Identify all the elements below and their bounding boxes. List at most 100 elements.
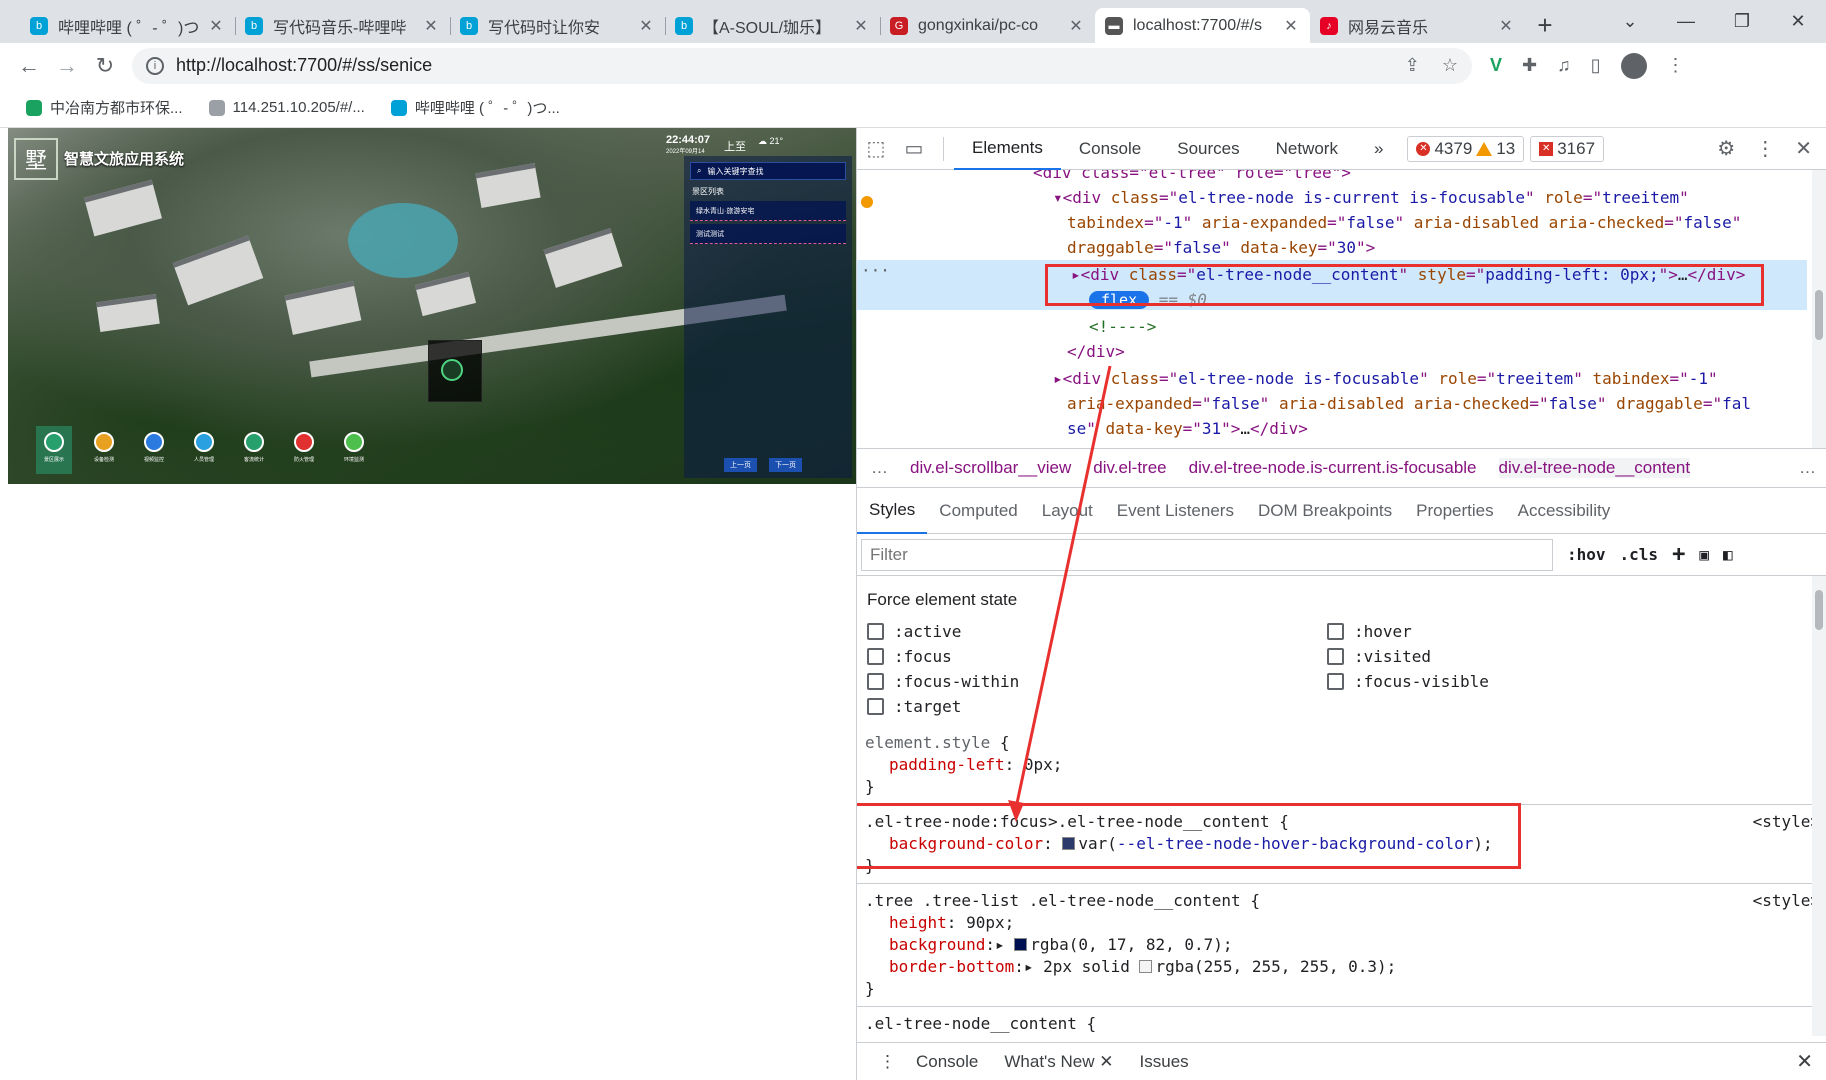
dom-tree[interactable]: ··· <div class="el-tree" role="tree"> ▾<…: [857, 170, 1826, 448]
extensions-icon[interactable]: ✚: [1522, 55, 1537, 76]
address-bar[interactable]: i http://localhost:7700/#/ss/senice ⇪ ☆: [132, 47, 1472, 84]
dock-item[interactable]: 防火管理: [286, 432, 322, 474]
close-tab-icon[interactable]: ✕: [852, 16, 870, 36]
side-panel-icon[interactable]: ▯: [1591, 55, 1601, 76]
browser-tab[interactable]: b 写代码音乐-哔哩哔 ✕: [235, 8, 450, 43]
close-tab-icon[interactable]: ✕: [1497, 16, 1515, 36]
dock-item[interactable]: 人员管理: [186, 432, 222, 474]
style-source-link[interactable]: <style>: [1753, 890, 1820, 912]
next-page-button[interactable]: 下一页: [769, 458, 802, 472]
scenic-list-item[interactable]: 绿水青山·旅游安宅: [690, 201, 846, 221]
checkbox-icon[interactable]: [1327, 648, 1344, 665]
force-state-checkbox[interactable]: :hover: [1327, 622, 1727, 641]
dock-item[interactable]: 客流统计: [236, 432, 272, 474]
styles-subtab[interactable]: Event Listeners: [1105, 488, 1246, 534]
back-icon[interactable]: ←: [10, 53, 48, 79]
checkbox-icon[interactable]: [867, 623, 884, 640]
checkbox-icon[interactable]: [867, 698, 884, 715]
breadcrumb-item[interactable]: div.el-tree-node.is-current.is-focusable: [1189, 458, 1477, 478]
tab-search-icon[interactable]: ⌄: [1602, 11, 1658, 32]
browser-tab[interactable]: ♪ 网易云音乐 ✕: [1310, 8, 1525, 43]
maximize-button[interactable]: ❐: [1714, 11, 1770, 32]
checkbox-icon[interactable]: [1327, 673, 1344, 690]
prev-page-button[interactable]: 上一页: [724, 458, 757, 472]
forward-icon[interactable]: →: [48, 53, 86, 79]
close-window-button[interactable]: ✕: [1770, 11, 1826, 32]
new-tab-button[interactable]: +: [1525, 8, 1565, 43]
devtools-tab[interactable]: Elements: [954, 128, 1061, 170]
close-tab-icon[interactable]: ✕: [1282, 16, 1300, 36]
map-marker-popup[interactable]: [428, 340, 482, 402]
bookmark-item[interactable]: 中冶南方都市环保...: [26, 97, 183, 118]
styles-subtab[interactable]: Accessibility: [1506, 488, 1623, 534]
dom-scrollbar[interactable]: [1812, 170, 1826, 448]
bookmark-star-icon[interactable]: ☆: [1442, 55, 1458, 76]
element-style-rule[interactable]: element.style { padding-left: 0px; }: [857, 726, 1826, 805]
styles-subtab[interactable]: Layout: [1030, 488, 1105, 534]
force-state-checkbox[interactable]: :focus-within: [867, 672, 1327, 691]
vue-devtools-icon[interactable]: V: [1490, 55, 1502, 76]
browser-tab[interactable]: b 哔哩哔哩 ( ゜- ゜)つ ✕: [20, 8, 235, 43]
drawer-tab[interactable]: Console: [916, 1052, 978, 1072]
force-state-checkbox[interactable]: :visited: [1327, 647, 1727, 666]
style-source-link[interactable]: <style>: [1753, 811, 1820, 833]
force-state-checkbox[interactable]: :focus-visible: [1327, 672, 1727, 691]
breadcrumb-item[interactable]: div.el-tree: [1093, 458, 1166, 478]
tree-node-content-rule[interactable]: .el-tree-node__content {: [857, 1007, 1826, 1036]
media-control-icon[interactable]: ♫: [1557, 55, 1571, 76]
menu-kebab-icon[interactable]: ⋮: [1667, 55, 1685, 76]
close-devtools-icon[interactable]: ✕: [1795, 136, 1812, 161]
more-tabs-icon[interactable]: »: [1356, 128, 1401, 170]
drawer-menu-icon[interactable]: ⋮: [879, 1052, 896, 1072]
color-format-icon[interactable]: ▣: [1699, 545, 1709, 564]
force-state-checkbox[interactable]: :target: [867, 697, 1327, 716]
toggle-sidebar-icon[interactable]: ◧: [1723, 545, 1733, 564]
force-state-checkbox[interactable]: :focus: [867, 647, 1327, 666]
close-tab-icon[interactable]: ✕: [1099, 1052, 1113, 1071]
focus-content-rule[interactable]: .el-tree-node:focus>.el-tree-node__conte…: [857, 803, 1826, 884]
hov-toggle[interactable]: :hov: [1567, 545, 1606, 564]
dock-item[interactable]: 视频监控: [136, 432, 172, 474]
checkbox-icon[interactable]: [867, 648, 884, 665]
drawer-tab[interactable]: What's New ✕: [1004, 1052, 1113, 1072]
devtools-tab[interactable]: Sources: [1159, 128, 1257, 170]
styles-subtab[interactable]: DOM Breakpoints: [1246, 488, 1404, 534]
share-icon[interactable]: ⇪: [1405, 55, 1420, 76]
cls-toggle[interactable]: .cls: [1620, 545, 1659, 564]
styles-subtab[interactable]: Computed: [927, 488, 1029, 534]
styles-subtab[interactable]: Styles: [857, 488, 928, 534]
bookmark-item[interactable]: 114.251.10.205/#/...: [208, 99, 365, 116]
inspect-element-icon[interactable]: ⬚: [857, 136, 895, 161]
browser-tab[interactable]: b 写代码时让你安 ✕: [450, 8, 665, 43]
dock-item[interactable]: 环境监测: [336, 432, 372, 474]
devtools-tab[interactable]: Network: [1258, 128, 1356, 170]
force-state-checkbox[interactable]: :active: [867, 622, 1327, 641]
close-tab-icon[interactable]: ✕: [1067, 16, 1085, 36]
close-tab-icon[interactable]: ✕: [422, 16, 440, 36]
breadcrumb-overflow-icon[interactable]: …: [1799, 458, 1816, 478]
browser-tab[interactable]: b 【A-SOUL/珈乐】 ✕: [665, 8, 880, 43]
new-style-rule-icon[interactable]: +: [1672, 542, 1685, 567]
close-tab-icon[interactable]: ✕: [637, 16, 655, 36]
devtools-menu-icon[interactable]: ⋮: [1755, 136, 1775, 161]
issues-counter[interactable]: ✕ 3167: [1530, 135, 1605, 162]
site-info-icon[interactable]: i: [146, 56, 164, 75]
scenic-search-input[interactable]: ⌕ 输入关键字查找: [690, 162, 846, 180]
close-tab-icon[interactable]: ✕: [207, 16, 225, 36]
bookmark-item[interactable]: 哔哩哔哩 ( ゜- ゜)つ...: [390, 97, 560, 118]
settings-gear-icon[interactable]: ⚙: [1717, 136, 1735, 161]
errors-warnings-counter[interactable]: ✕ 4379 13: [1407, 135, 1525, 162]
close-drawer-icon[interactable]: ✕: [1796, 1049, 1813, 1074]
breadcrumb-more-icon[interactable]: …: [871, 458, 888, 478]
devtools-tab[interactable]: Console: [1061, 128, 1159, 170]
minimize-button[interactable]: —: [1658, 11, 1714, 32]
styles-subtab[interactable]: Properties: [1404, 488, 1505, 534]
styles-filter-input[interactable]: [861, 538, 1553, 571]
browser-tab[interactable]: ▬ localhost:7700/#/s ✕: [1095, 8, 1310, 43]
dock-item[interactable]: 设备检测: [86, 432, 122, 474]
drawer-tab[interactable]: Issues: [1140, 1052, 1189, 1072]
url-text[interactable]: http://localhost:7700/#/ss/senice: [176, 55, 432, 76]
browser-tab[interactable]: Ggongxinkai/pc-co ✕: [880, 8, 1095, 43]
scenic-list-item[interactable]: 测试测试: [690, 224, 846, 244]
tree-list-content-rule[interactable]: .tree .tree-list .el-tree-node__content …: [857, 884, 1826, 1007]
